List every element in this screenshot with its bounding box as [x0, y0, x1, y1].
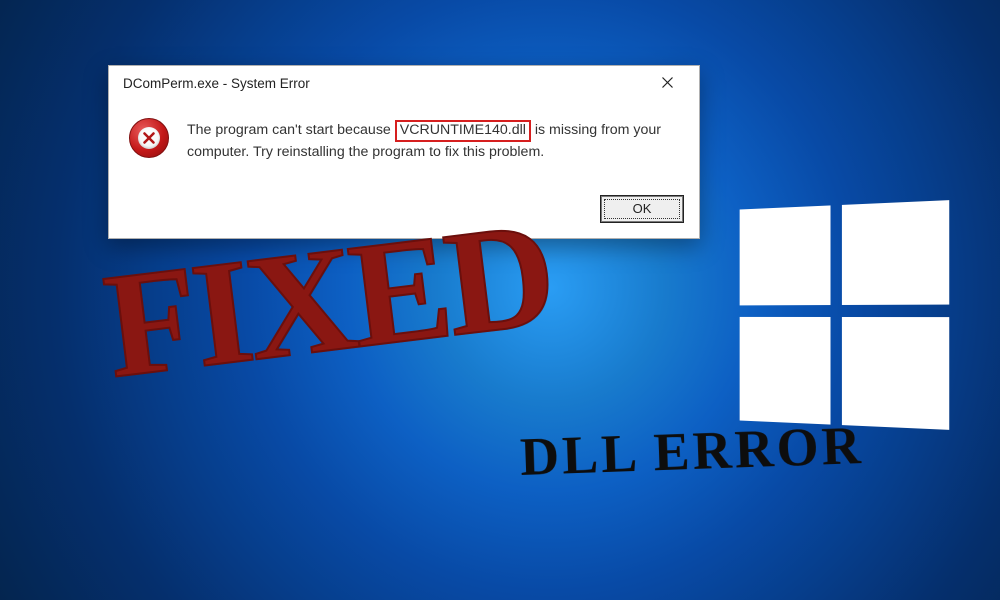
ok-button-label: OK — [633, 201, 652, 216]
dialog-content: The program can't start because VCRUNTIM… — [109, 100, 699, 184]
dialog-titlebar: DComPerm.exe - System Error — [109, 66, 699, 100]
windows-logo-icon — [740, 200, 950, 430]
error-icon — [129, 118, 169, 158]
close-icon — [662, 75, 673, 92]
error-message: The program can't start because VCRUNTIM… — [187, 118, 679, 162]
dll-error-overlay: DLL ERROR — [519, 414, 865, 488]
ok-button[interactable]: OK — [601, 196, 683, 222]
highlighted-dll-name: VCRUNTIME140.dll — [395, 120, 531, 142]
dialog-title: DComPerm.exe - System Error — [123, 76, 310, 91]
error-message-before: The program can't start because — [187, 122, 395, 138]
close-button[interactable] — [645, 68, 689, 98]
